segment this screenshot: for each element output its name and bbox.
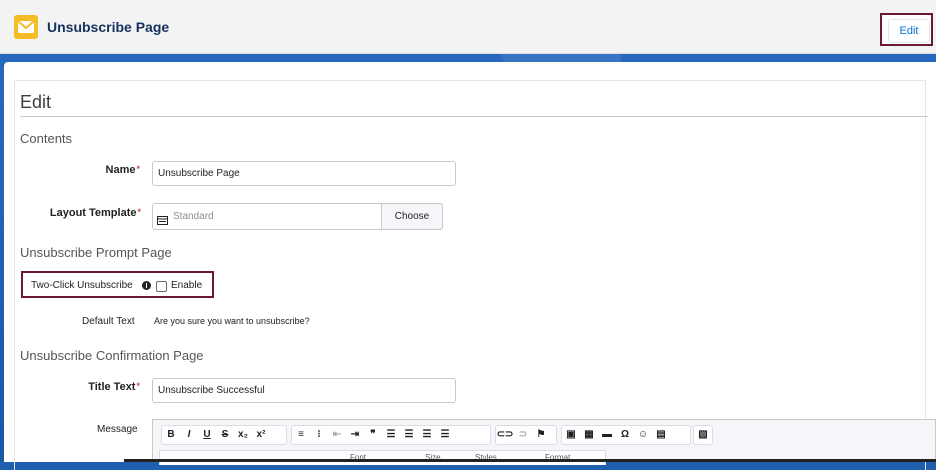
edit-panel	[4, 62, 936, 470]
toolbar-row-2: Font Size Styles Format	[159, 450, 606, 465]
toolbar-links: ⊂⊃ ⊃ ⚑	[495, 425, 557, 445]
outdent-icon[interactable]: ⇤	[328, 426, 346, 444]
page-break-icon[interactable]: ▤	[652, 426, 670, 444]
layout-template-label: Layout Template*	[20, 207, 141, 219]
toolbar-insert: ▣ ▦ ▬ Ω ☺ ▤	[561, 425, 691, 445]
layout-template-field[interactable]: Standard Choose	[152, 203, 443, 230]
name-label-text: Name	[105, 164, 136, 176]
indent-icon[interactable]: ⇥	[346, 426, 364, 444]
section-confirmation: Unsubscribe Confirmation Page	[20, 348, 204, 363]
page-title: Unsubscribe Page	[47, 19, 170, 35]
message-editor[interactable]: B I U S x₂ x² ≡ ⁝ ⇤ ⇥ ❞ ☰ ☰ ☰ ☰ ⊂⊃ ⊃ ⚑ ▣…	[152, 419, 936, 465]
form-heading: Edit	[20, 92, 52, 112]
subscript-button[interactable]: x₂	[234, 426, 252, 444]
default-text-label: Default Text	[82, 316, 135, 327]
italic-button[interactable]: I	[180, 426, 198, 444]
unlink-icon[interactable]: ⊃	[514, 426, 532, 444]
two-click-highlight: Two-Click Unsubscribe Enable	[21, 271, 214, 298]
heading-divider	[20, 116, 928, 117]
choose-button[interactable]: Choose	[381, 203, 443, 230]
blockquote-button[interactable]: ❞	[364, 426, 382, 444]
bold-button[interactable]: B	[162, 426, 180, 444]
page-header: Unsubscribe Page Edit	[0, 0, 936, 54]
align-center-icon[interactable]: ☰	[400, 426, 418, 444]
edit-button[interactable]: Edit	[888, 19, 930, 43]
edit-button-highlight: Edit	[880, 13, 933, 46]
table-icon[interactable]: ▦	[580, 426, 598, 444]
align-left-icon[interactable]: ☰	[382, 426, 400, 444]
align-right-icon[interactable]: ☰	[418, 426, 436, 444]
title-text-input[interactable]: Unsubscribe Successful	[152, 378, 456, 403]
image-icon[interactable]: ▣	[562, 426, 580, 444]
template-icon	[157, 212, 168, 230]
section-contents: Contents	[20, 131, 73, 146]
numbered-list-icon[interactable]: ≡	[292, 426, 310, 444]
underline-button[interactable]: U	[198, 426, 216, 444]
name-input[interactable]: Unsubscribe Page	[152, 161, 456, 186]
name-label: Name*	[60, 164, 140, 176]
link-icon[interactable]: ⊂⊃	[496, 426, 514, 444]
smiley-icon[interactable]: ☺	[634, 426, 652, 444]
strikethrough-button[interactable]: S	[216, 426, 234, 444]
special-char-button[interactable]: Ω	[616, 426, 634, 444]
default-text-value: Are you sure you want to unsubscribe?	[154, 316, 310, 326]
toolbar-basic-styles: B I U S x₂ x²	[161, 425, 287, 445]
two-click-label: Two-Click Unsubscribe	[31, 280, 133, 291]
bulleted-list-icon[interactable]: ⁝	[310, 426, 328, 444]
title-text-label: Title Text*	[60, 381, 140, 393]
enable-checkbox[interactable]	[156, 281, 167, 292]
toolbar-source: ▧	[693, 425, 713, 445]
envelope-icon	[14, 15, 38, 39]
justify-icon[interactable]: ☰	[436, 426, 454, 444]
superscript-button[interactable]: x²	[252, 426, 270, 444]
layout-template-placeholder: Standard	[173, 211, 214, 222]
source-icon[interactable]: ▧	[694, 426, 712, 444]
layout-template-label-text: Layout Template	[49, 207, 137, 219]
required-mark: *	[136, 381, 140, 391]
info-icon[interactable]	[142, 281, 151, 290]
message-label: Message	[97, 424, 138, 435]
required-mark: *	[136, 164, 140, 174]
horizontal-line-icon[interactable]: ▬	[598, 426, 616, 444]
toolbar-paragraph: ≡ ⁝ ⇤ ⇥ ❞ ☰ ☰ ☰ ☰	[291, 425, 491, 445]
enable-label[interactable]: Enable	[171, 280, 202, 291]
anchor-flag-icon[interactable]: ⚑	[532, 426, 550, 444]
section-prompt: Unsubscribe Prompt Page	[20, 245, 172, 260]
required-mark: *	[137, 207, 141, 217]
title-text-label-text: Title Text	[88, 381, 136, 393]
